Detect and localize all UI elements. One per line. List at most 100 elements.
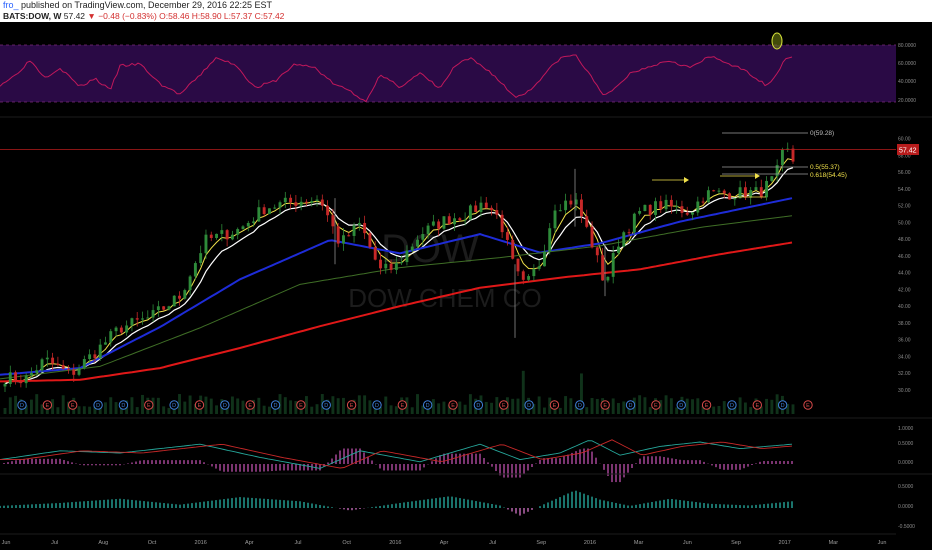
candle-body — [125, 325, 129, 333]
volume-bar — [267, 406, 271, 414]
candle-body — [304, 201, 308, 203]
candle-body — [548, 228, 552, 252]
candle-body — [701, 201, 705, 203]
author-link[interactable]: fro_ — [3, 0, 19, 10]
volume-bar — [542, 407, 546, 414]
symbol-label[interactable]: BATS:DOW, W — [3, 11, 61, 21]
volume-bar — [585, 407, 589, 414]
candle-body — [93, 354, 97, 359]
candle-body — [257, 207, 261, 222]
volume-bar — [77, 406, 81, 414]
volume-bar — [484, 401, 488, 414]
candle-body — [606, 276, 610, 281]
candle-body — [770, 176, 774, 181]
candle-body — [104, 342, 107, 345]
candle-body — [394, 263, 398, 270]
candle-body — [622, 232, 626, 247]
volume-bar — [611, 398, 615, 414]
candle-body — [431, 221, 435, 226]
volume-bar — [135, 407, 139, 414]
volume-bar — [368, 400, 372, 414]
event-marker-label: E — [705, 403, 709, 409]
time-tick-label: 2016 — [195, 540, 207, 546]
volume-bar — [56, 407, 60, 414]
volume-bar — [442, 401, 446, 414]
candle-body — [299, 201, 303, 206]
candle-body — [151, 310, 155, 318]
volume-bar — [29, 399, 33, 414]
volume-bar — [590, 398, 594, 414]
event-marker-label: D — [172, 403, 176, 409]
volume-bar — [394, 406, 398, 414]
candle-body — [405, 250, 409, 263]
event-marker-label: D — [679, 403, 683, 409]
candle-body — [119, 327, 123, 333]
candle-body — [780, 149, 784, 166]
price-tick-label: 44.00 — [898, 271, 911, 277]
volume-bar — [209, 398, 213, 414]
volume-bar — [537, 396, 541, 414]
candle-body — [389, 263, 393, 270]
time-tick-label: Jul — [294, 540, 301, 546]
time-tick-label: Jul — [489, 540, 496, 546]
volume-bar — [458, 401, 462, 414]
candle-body — [585, 216, 589, 227]
candle-body — [505, 232, 509, 240]
candle-body — [56, 363, 60, 365]
time-tick-label: Sep — [731, 540, 741, 546]
time-tick-label: Jun — [878, 540, 887, 546]
candle-body — [193, 263, 197, 277]
event-marker-label: D — [527, 403, 531, 409]
time-tick-label: Jun — [2, 540, 11, 546]
event-marker-label: D — [730, 403, 734, 409]
volume-bar — [215, 405, 218, 414]
event-marker-label: D — [476, 403, 480, 409]
event-marker-label: D — [121, 403, 125, 409]
candle-body — [728, 193, 731, 200]
candle-body — [67, 368, 70, 370]
time-tick-label: Jul — [51, 540, 58, 546]
candle-body — [542, 251, 546, 267]
candle-body — [172, 295, 176, 307]
event-marker-label: E — [71, 403, 75, 409]
chart-canvas[interactable]: 80.0000 60.0000 40.0000 20.0000 DOW DOW … — [0, 22, 932, 550]
symbol-line: BATS:DOW, W 57.42 ▼ −0.48 (−0.83%) O:58.… — [3, 11, 284, 22]
candle-body — [617, 246, 620, 254]
event-marker-label: D — [375, 403, 379, 409]
candle-body — [98, 344, 102, 359]
candle-body — [77, 368, 81, 375]
volume-bar — [770, 399, 774, 414]
candle-body — [236, 229, 240, 235]
volume-bar — [310, 406, 314, 414]
volume-bar — [257, 397, 261, 414]
candle-body — [326, 205, 330, 216]
candle-body — [347, 235, 351, 237]
candle-body — [209, 234, 213, 238]
volume-bar — [743, 402, 747, 414]
candle-body — [643, 204, 647, 212]
macd-tick-label: 0.0000 — [898, 460, 914, 466]
volume-bar — [521, 370, 525, 414]
candle-body — [706, 190, 710, 203]
volume-bar — [167, 407, 171, 414]
volume-bar — [437, 403, 441, 414]
event-marker-label: D — [96, 403, 100, 409]
candle-body — [437, 221, 441, 229]
event-marker-label: E — [350, 403, 354, 409]
candle-body — [516, 258, 520, 272]
volume-bar — [14, 395, 18, 414]
volume-bar — [61, 395, 65, 414]
volume-bar — [130, 397, 134, 414]
candle-body — [320, 199, 324, 206]
chart-header: fro_ published on TradingView.com, Decem… — [0, 0, 932, 22]
candle-body — [215, 233, 218, 238]
candle-body — [532, 268, 536, 277]
candle-body — [416, 239, 419, 247]
candle-body — [743, 187, 747, 198]
event-marker-label: E — [654, 403, 658, 409]
candle-body — [8, 372, 12, 384]
candle-body — [590, 226, 594, 248]
price-tick-label: 46.00 — [898, 254, 911, 260]
candle-body — [225, 230, 229, 240]
candle-body — [24, 375, 28, 384]
